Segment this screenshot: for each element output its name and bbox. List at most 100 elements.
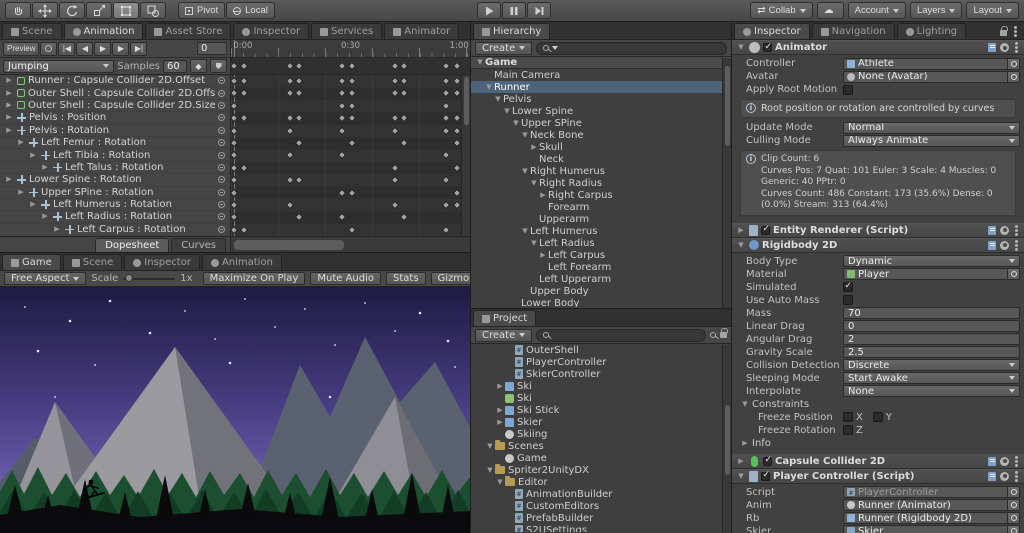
keyframe-diamond[interactable] — [231, 213, 239, 222]
keyframe-diamond[interactable] — [452, 126, 462, 135]
keyframe-diamond[interactable] — [231, 101, 239, 111]
hierarchy-item[interactable]: Right Radius — [471, 177, 731, 189]
keyframe-diamond[interactable] — [452, 61, 462, 71]
keyframe-diamond[interactable] — [231, 89, 239, 98]
project-item[interactable]: Skiing — [471, 428, 731, 440]
previous-key-button[interactable]: ◀ — [76, 41, 94, 56]
scrollbar-thumb[interactable] — [724, 66, 730, 146]
foldout-arrow[interactable] — [4, 127, 14, 134]
dopesheet-vertical-scrollbar[interactable] — [461, 75, 470, 236]
foldout-arrow[interactable] — [740, 401, 750, 408]
add-event-button[interactable] — [210, 59, 227, 73]
text-field[interactable]: 2 — [843, 333, 1020, 345]
entity-renderer-header[interactable]: Entity Renderer (Script) — [732, 222, 1024, 238]
keyframe-diamond[interactable] — [400, 213, 409, 222]
keyframe-diamond[interactable] — [441, 89, 451, 98]
menu-icon[interactable] — [1015, 459, 1018, 463]
menu-icon[interactable] — [1015, 243, 1018, 247]
keyframe-diamond[interactable] — [441, 225, 451, 234]
checkbox[interactable] — [843, 425, 853, 435]
samples-field[interactable]: 60 — [163, 59, 187, 73]
local-toggle-button[interactable]: Local — [226, 2, 275, 19]
menu-icon[interactable] — [1015, 46, 1018, 49]
preview-toggle-button[interactable]: Preview — [3, 41, 40, 56]
game-viewport[interactable] — [0, 287, 470, 533]
text-field[interactable]: 70 — [843, 307, 1020, 319]
project-item[interactable]: Ski Stick — [471, 404, 731, 416]
project-item[interactable]: AnimationBuilder — [471, 488, 731, 500]
project-item[interactable]: SkierController — [471, 368, 731, 380]
foldout-arrow[interactable] — [493, 96, 503, 103]
enabled-checkbox[interactable] — [761, 224, 770, 235]
keyframe-diamond[interactable] — [347, 101, 356, 111]
keyframe-diamond[interactable] — [390, 89, 399, 98]
cloud-button[interactable]: ☁ — [816, 2, 844, 19]
keyframe-diamond[interactable] — [337, 213, 347, 222]
animation-property-row[interactable]: Outer Shell : Capsule Collider 2D.Offset — [0, 87, 230, 100]
scrollbar-thumb[interactable] — [724, 405, 730, 475]
project-item[interactable]: PlayerController — [471, 356, 731, 368]
dopesheet-row[interactable] — [231, 187, 470, 199]
hierarchy-search-input[interactable] — [536, 41, 727, 55]
keyframe-diamond[interactable] — [390, 76, 399, 86]
dropdown[interactable]: Start Awake — [843, 372, 1020, 384]
object-picker-icon[interactable] — [1007, 513, 1019, 523]
foldout-arrow[interactable] — [16, 189, 26, 196]
keyframe-diamond[interactable] — [441, 101, 451, 111]
search-by-type-icon[interactable] — [710, 332, 716, 338]
hierarchy-item[interactable]: Runner — [471, 81, 731, 93]
keyframe-diamond[interactable] — [400, 89, 409, 98]
dopesheet-tab[interactable]: Dopesheet — [95, 238, 170, 252]
tab-animation-2[interactable]: Animation — [201, 254, 282, 270]
foldout-arrow[interactable] — [28, 152, 38, 159]
hierarchy-item[interactable]: Pelvis — [471, 93, 731, 105]
keyframe-diamond[interactable] — [285, 76, 294, 86]
keyframe-diamond[interactable] — [452, 200, 462, 210]
rect-tool-button[interactable] — [113, 2, 139, 19]
next-key-button[interactable]: ▶ — [112, 41, 130, 56]
hierarchy-item[interactable]: Lower Body — [471, 297, 731, 308]
tab-game[interactable]: Game — [2, 254, 61, 270]
enabled-checkbox[interactable] — [763, 455, 772, 466]
animation-property-row[interactable]: Left Carpus : Rotation — [0, 224, 230, 236]
keyframe-diamond[interactable] — [231, 188, 239, 197]
hierarchy-item[interactable]: Left Humerus — [471, 225, 731, 237]
gear-icon[interactable] — [1000, 456, 1009, 466]
row-options-icon[interactable] — [218, 225, 225, 233]
project-item[interactable]: Scenes — [471, 440, 731, 452]
text-field[interactable]: 2.5 — [843, 346, 1020, 358]
gear-icon[interactable] — [1000, 43, 1009, 52]
project-search-input[interactable] — [536, 328, 706, 342]
play-button[interactable] — [477, 2, 501, 19]
keyframe-diamond[interactable] — [239, 89, 249, 98]
dopesheet-row[interactable] — [231, 149, 470, 161]
hierarchy-item[interactable]: Upperarm — [471, 213, 731, 225]
menu-icon[interactable] — [1014, 30, 1017, 33]
reference-icon[interactable] — [988, 225, 996, 235]
aspect-dropdown[interactable]: Free Aspect — [4, 272, 87, 285]
keyframe-diamond[interactable] — [441, 126, 451, 135]
layout-dropdown[interactable]: Layout — [966, 2, 1019, 19]
stats-button[interactable]: Stats — [386, 272, 426, 285]
object-picker-icon[interactable] — [1007, 526, 1019, 533]
keyframe-diamond[interactable] — [347, 138, 356, 148]
keyframe-diamond[interactable] — [337, 113, 347, 123]
dropdown[interactable]: Discrete — [843, 359, 1020, 371]
keyframe-diamond[interactable] — [231, 113, 239, 123]
player-controller-header[interactable]: Player Controller (Script) — [732, 468, 1024, 484]
rotate-tool-button[interactable] — [59, 2, 85, 19]
object-picker-icon[interactable] — [1007, 500, 1019, 510]
project-item[interactable]: Skier — [471, 416, 731, 428]
foldout-arrow[interactable] — [529, 144, 539, 151]
keyframe-diamond[interactable] — [285, 126, 294, 135]
dopesheet-row[interactable] — [231, 75, 470, 87]
animation-property-row[interactable]: Pelvis : Rotation — [0, 125, 230, 137]
pause-button[interactable] — [502, 2, 526, 19]
keyframe-diamond[interactable] — [294, 175, 304, 185]
keyframe-diamond[interactable] — [347, 89, 356, 98]
keyframe-diamond[interactable] — [239, 163, 249, 172]
keyframe-diamond[interactable] — [347, 76, 356, 86]
foldout-arrow[interactable] — [538, 252, 548, 259]
keyframe-diamond[interactable] — [231, 200, 239, 210]
tab-scene-2[interactable]: Scene — [62, 254, 123, 270]
